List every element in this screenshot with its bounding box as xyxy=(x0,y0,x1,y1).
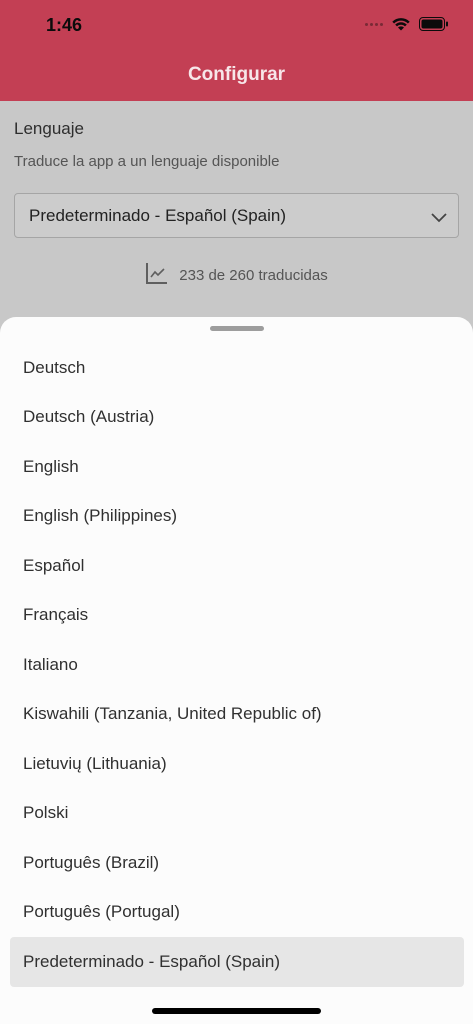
language-option[interactable]: Español xyxy=(10,541,464,591)
language-option[interactable]: Português (Brazil) xyxy=(10,838,464,888)
language-option[interactable]: Português (Portugal) xyxy=(10,888,464,938)
wifi-icon xyxy=(391,16,411,32)
language-option-list: Deutsch Deutsch (Austria) English Englis… xyxy=(10,343,464,987)
battery-icon xyxy=(419,17,449,31)
status-icons xyxy=(365,14,449,34)
language-option[interactable]: English (Philippines) xyxy=(10,492,464,542)
language-option[interactable]: Français xyxy=(10,591,464,641)
settings-screen: 1:46 Configurar Lenguaje Traduce la app … xyxy=(0,0,473,1024)
language-option[interactable]: Deutsch (Austria) xyxy=(10,393,464,443)
sheet-grabber[interactable] xyxy=(210,326,264,331)
language-option[interactable]: English xyxy=(10,442,464,492)
language-option[interactable]: Polski xyxy=(10,789,464,839)
language-option[interactable]: Deutsch xyxy=(10,343,464,393)
language-picker-sheet: Deutsch Deutsch (Austria) English Englis… xyxy=(0,317,473,1024)
status-time: 1:46 xyxy=(46,15,83,35)
language-option[interactable]: Kiswahili (Tanzania, United Republic of) xyxy=(10,690,464,740)
language-option[interactable]: Italiano xyxy=(10,640,464,690)
home-indicator xyxy=(152,1008,321,1014)
app-header: 1:46 Configurar xyxy=(0,0,473,101)
language-option[interactable]: Lietuvių (Lithuania) xyxy=(10,739,464,789)
language-option-selected[interactable]: Predeterminado - Español (Spain) xyxy=(10,937,464,987)
page-title: Configurar xyxy=(187,64,286,85)
signal-icon xyxy=(365,14,383,34)
